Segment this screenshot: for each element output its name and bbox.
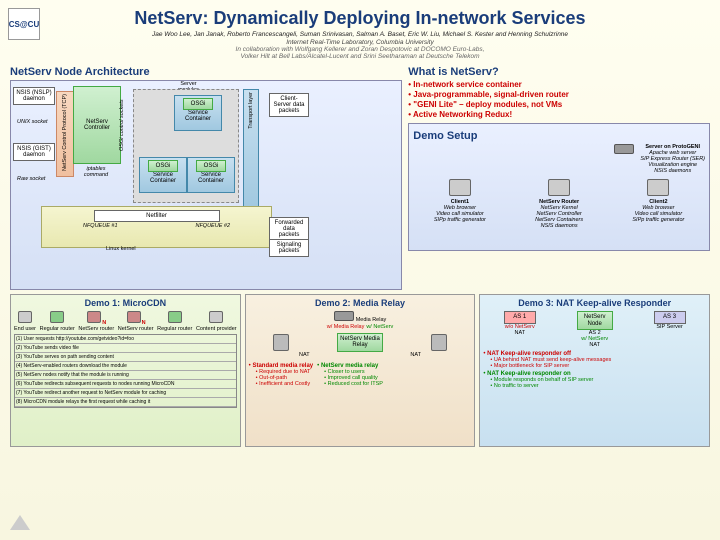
svc2-box: OSGiService Container xyxy=(139,157,187,193)
computer-icon xyxy=(449,179,471,196)
collab2: Volker Hilt at Bell Labs/Alcatel-Lucent … xyxy=(10,53,710,60)
cs-label: Client-Server data packets xyxy=(269,93,309,117)
collab1: In collaboration with Wolfgang Kellerer … xyxy=(10,46,710,53)
fwd-label: Forwarded data packets xyxy=(269,217,309,241)
demo2-std: Standard media relayRequired due to NATO… xyxy=(249,363,313,387)
what-item: Java-programmable, signal-driven router xyxy=(408,90,710,99)
demo1: Demo 1: MicroCDN End user Regular router… xyxy=(10,294,241,447)
demo2-ns: NetServ media relayCloser to usersImprov… xyxy=(317,363,383,387)
computer-icon xyxy=(548,179,570,196)
svc3-box: OSGiService Container xyxy=(187,157,235,193)
demo3-off: NAT Keep-alive responder offUA behind NA… xyxy=(483,351,706,369)
main-title: NetServ: Dynamically Deploying In-networ… xyxy=(10,8,710,29)
nav-icon xyxy=(10,515,30,530)
osgi-sock-label: OSGi control sockets xyxy=(119,91,125,151)
unix-label: UNIX socket xyxy=(17,119,48,125)
controller-box: NetServ Controller xyxy=(73,86,121,164)
raw-label: Raw socket xyxy=(17,176,45,182)
svc1-box: OSGiService Container xyxy=(174,95,222,131)
what-title: What is NetServ? xyxy=(408,66,710,78)
server-icon xyxy=(334,311,354,321)
demo3: Demo 3: NAT Keep-alive Responder AS 1w/o… xyxy=(479,294,710,447)
demo2: Demo 2: Media Relay Media Relay w/ Media… xyxy=(245,294,476,447)
nscp-box: NetServ Control Protocol (TCP) xyxy=(56,91,74,177)
nsis1-box: NSIS (NSLP) daemon xyxy=(13,87,55,105)
demo-setup: Demo Setup Server on ProtoGENIApache web… xyxy=(408,123,710,251)
computer-icon xyxy=(647,179,669,196)
lab: Internet Real-Time Laboratory, Columbia … xyxy=(10,39,710,46)
server-icon xyxy=(614,144,634,154)
what-item: In-network service container xyxy=(408,80,710,89)
netfilter-box: Netfilter xyxy=(94,210,220,222)
what-item: Active Networking Redux! xyxy=(408,110,710,119)
sig-label: Signaling packets xyxy=(269,239,309,257)
logo: CS@CU xyxy=(8,8,40,40)
arch-title: NetServ Node Architecture xyxy=(10,66,402,78)
authors: Jae Woo Lee, Jan Janak, Roberto Francesc… xyxy=(10,31,710,38)
demo3-on: NAT Keep-alive responder onModule respon… xyxy=(483,371,706,389)
transport-box: Transport layer xyxy=(243,89,259,211)
demo1-steps: (1) User requests http://youtube.com/get… xyxy=(14,334,237,408)
iptables-label: iptables command xyxy=(76,166,116,178)
what-item: "GENI Lite" – deploy modules, not VMs xyxy=(408,100,710,109)
arch-diagram: NSIS (NSLP) daemon UNIX socket NSIS (GIS… xyxy=(10,80,402,290)
nsis2-box: NSIS (GIST) daemon xyxy=(13,143,55,161)
what-list: In-network service container Java-progra… xyxy=(408,80,710,119)
kernel-box: Netfilter NFQUEUE #1NFQUEUE #2 xyxy=(41,206,272,248)
linux-label: Linux kernel xyxy=(106,246,136,252)
